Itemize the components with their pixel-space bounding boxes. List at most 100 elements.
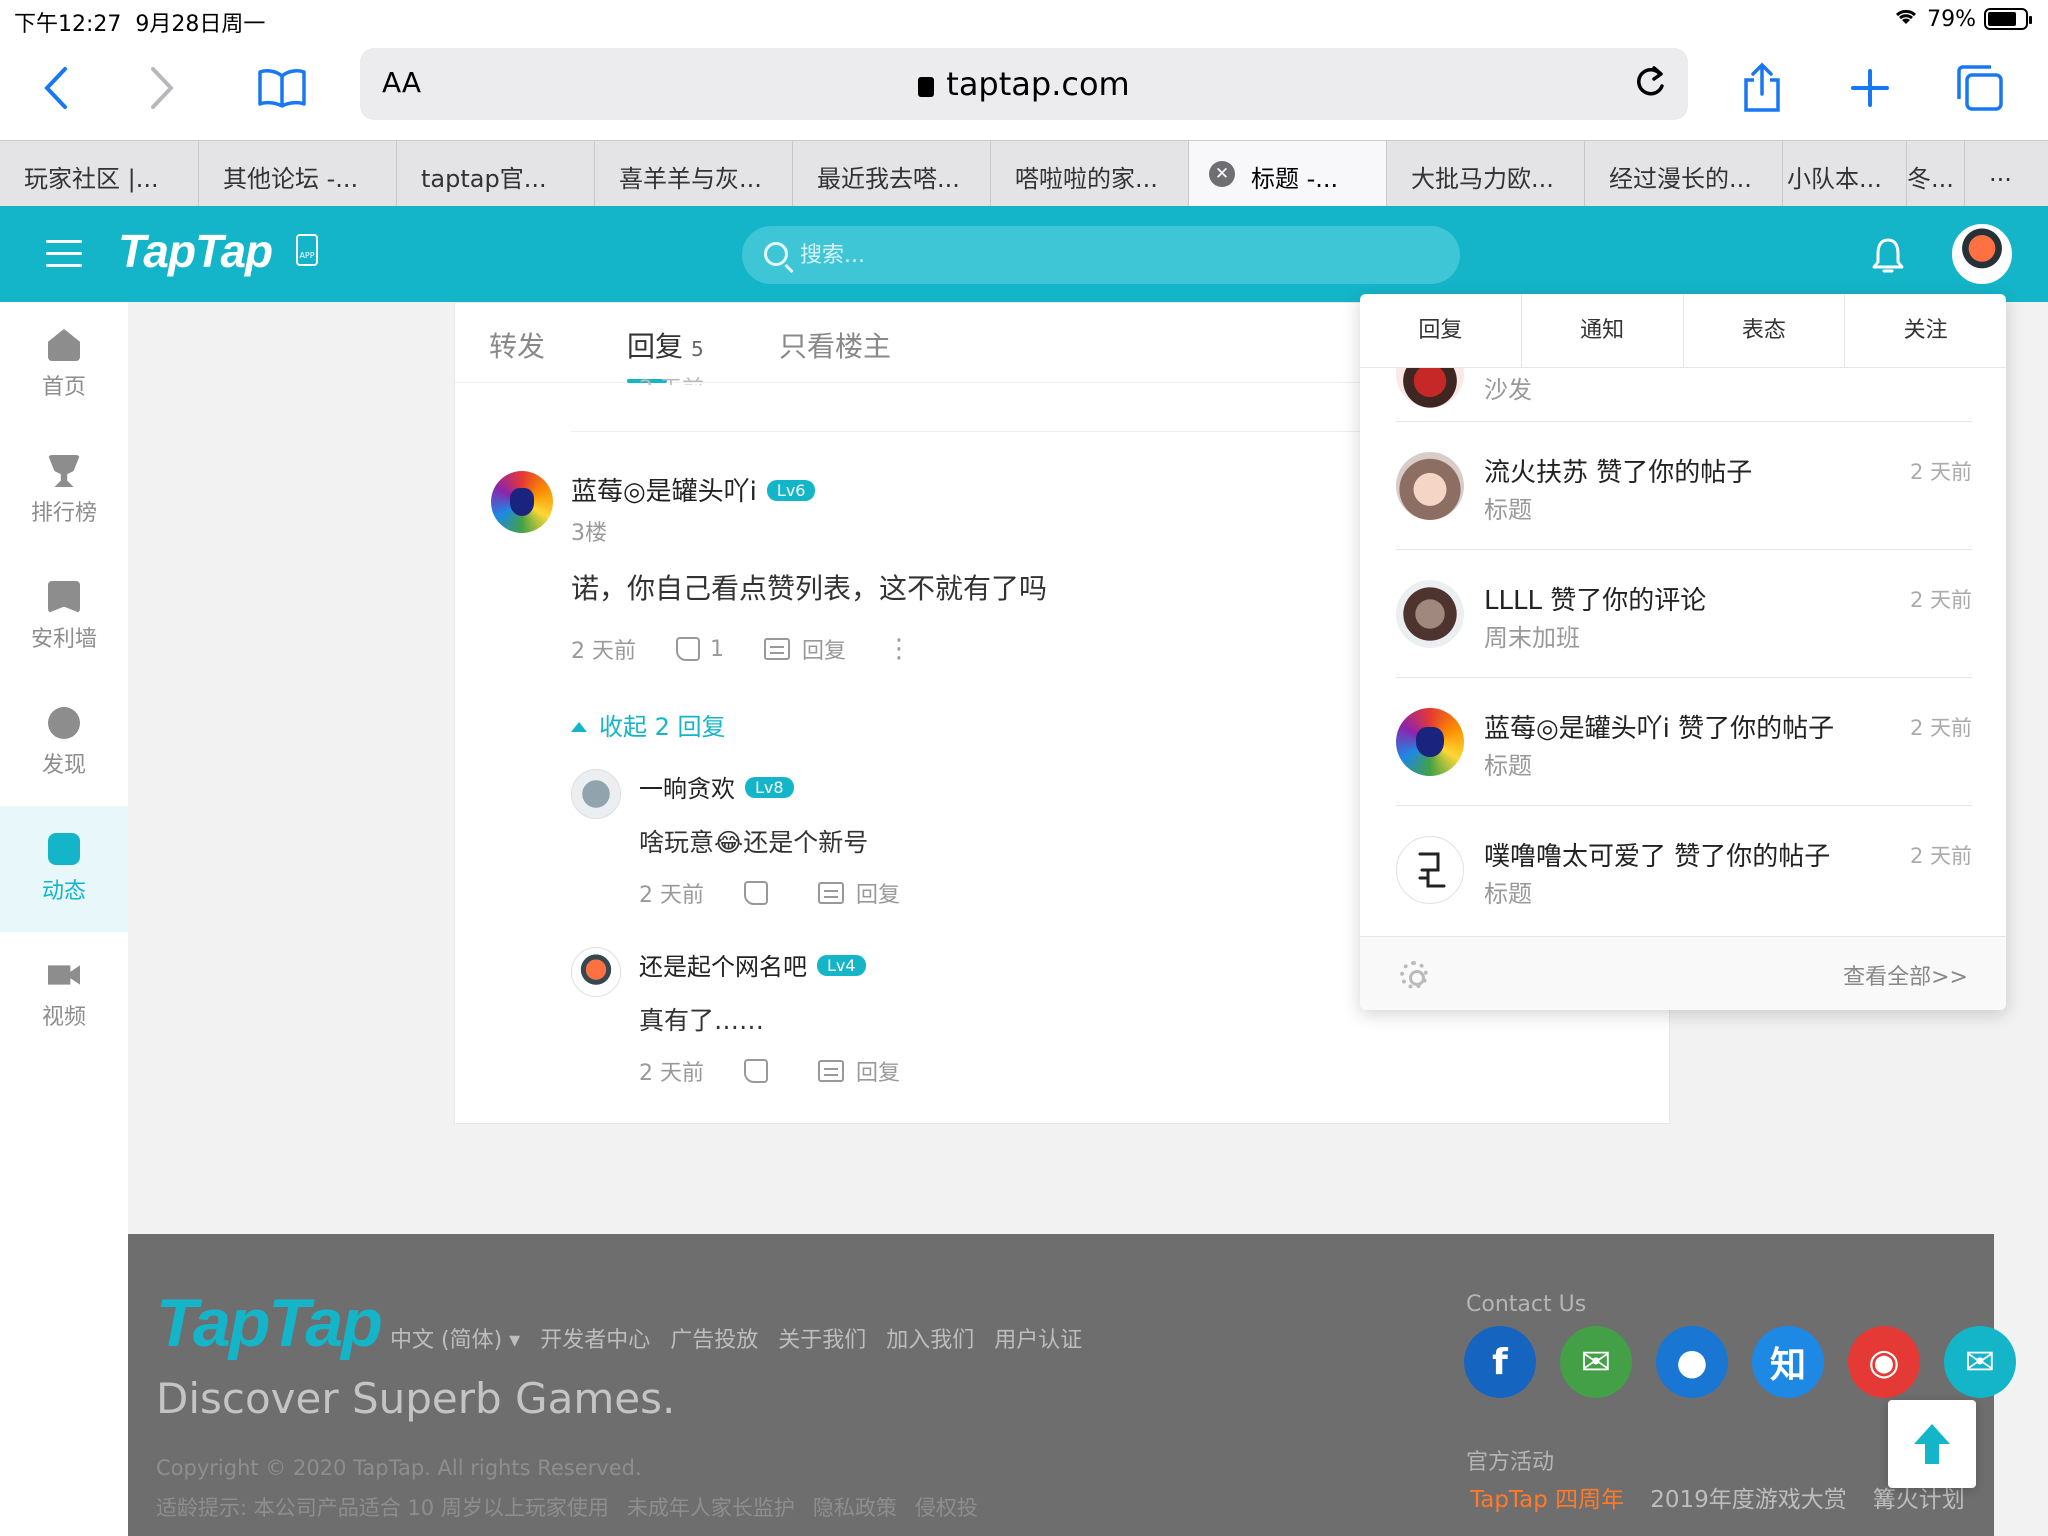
sidebar-item-feed[interactable]: 动态 [0,806,128,932]
footer-link[interactable]: 未成年人家长监护 [627,1492,795,1522]
notification-time: 2 天前 [1909,716,1972,740]
reply-button[interactable]: 回复 [818,1055,900,1087]
share-button[interactable] [1732,58,1792,118]
event-link[interactable]: 2019年度游戏大赏 [1650,1480,1847,1514]
wifi-icon [1893,6,1919,32]
level-badge: Lv6 [766,480,816,501]
address-bar[interactable]: AA taptap.com [360,48,1688,120]
search-bar[interactable] [742,226,1460,284]
reply-avatar[interactable] [571,947,621,997]
collapse-replies-button[interactable]: 收起 2 回复 [571,707,726,742]
trophy-icon [48,455,80,487]
new-tab-button[interactable] [1840,58,1900,118]
browser-tab[interactable]: 小队本... [1783,141,1907,207]
notification-list: 沙发 流火扶苏 赞了你的帖子 标题 2 天前 LLLL 赞了你的评论 周末加班 … [1396,368,1972,934]
weibo-icon[interactable]: ◉ [1848,1326,1920,1398]
footer-link[interactable]: 关于我们 [778,1322,866,1354]
footer-link[interactable]: 侵权投 [915,1492,978,1522]
qq-icon[interactable]: ● [1656,1326,1728,1398]
footer-link[interactable]: 广告投放 [670,1322,758,1354]
footer-link[interactable]: 加入我们 [886,1322,974,1354]
notification-item[interactable]: LLLL 赞了你的评论 周末加班 2 天前 [1396,550,1972,678]
browser-tab[interactable]: 其他论坛 -... [199,141,397,207]
like-button[interactable] [744,1059,778,1083]
notification-item[interactable]: 蓝莓◎是罐头吖i 赞了你的帖子 标题 2 天前 [1396,678,1972,806]
language-selector[interactable]: 中文 (简体) ▾ [390,1322,520,1354]
footer-link[interactable]: 开发者中心 [540,1322,650,1354]
notification-title: 噗噜噜太可爱了 赞了你的帖子 [1484,842,1831,872]
user-avatar[interactable] [1952,224,2012,284]
footer-link[interactable]: 用户认证 [994,1322,1082,1354]
reply-button[interactable]: 回复 [818,877,900,909]
bookmarks-button[interactable] [252,58,312,118]
reload-button[interactable] [1630,62,1670,102]
browser-tab-active[interactable]: ✕ 标题 -... [1189,141,1387,207]
reply-button[interactable]: 回复 [764,633,846,665]
browser-tab[interactable]: 嗒啦啦的家... [991,141,1189,207]
tab-replies[interactable]: 回复 [1360,294,1522,367]
tab-reposts[interactable]: 转发 [489,325,545,365]
taptap-logo[interactable]: TapTap [118,224,273,278]
menu-icon[interactable] [46,240,82,268]
wechat-icon[interactable]: ✉ [1560,1326,1632,1398]
compass-icon [48,707,80,739]
comment-icon [818,1060,844,1082]
event-link[interactable]: TapTap 四周年 [1470,1480,1624,1514]
plus-icon [1851,69,1889,107]
reply-author[interactable]: 一晌贪欢 Lv8 [639,769,794,804]
notification-time: 2 天前 [1909,844,1972,868]
download-app-icon[interactable]: APP [296,234,318,266]
notification-item[interactable]: 噗噜噜太可爱了 赞了你的帖子 标题 2 天前 [1396,806,1972,934]
sidebar-item-discover[interactable]: 发现 [0,680,128,806]
sidebar-item-ranking[interactable]: 排行榜 [0,428,128,554]
like-button[interactable] [744,881,778,905]
tab-reactions[interactable]: 表态 [1684,294,1846,367]
view-all-link[interactable]: 查看全部>> [1843,959,1968,991]
comment-actions: 2 天前 1 回复 ⋮ [571,633,912,665]
browser-tab[interactable]: 冬... [1907,141,1965,207]
browser-tab[interactable]: 最近我去嗒... [793,141,991,207]
footer-link[interactable]: 隐私政策 [813,1492,897,1522]
chat-bubble-icon [48,833,80,865]
back-to-top-button[interactable] [1888,1400,1976,1488]
site-footer: TapTap 中文 (简体) ▾ 开发者中心 广告投放 关于我们 加入我们 用户… [128,1234,2016,1536]
email-icon[interactable]: ✉ [1944,1326,2016,1398]
forward-button[interactable] [132,58,192,118]
browser-tab[interactable]: 喜羊羊与灰... [595,141,793,207]
url-display[interactable]: taptap.com [360,65,1688,103]
sidebar-item-home[interactable]: 首页 [0,302,128,428]
bookmark-star-icon [48,581,80,613]
back-button[interactable] [26,58,86,118]
notification-bell-icon[interactable] [1870,236,1906,276]
share-icon [1744,62,1780,112]
gear-icon[interactable] [1400,961,1428,989]
notification-footer: 查看全部>> [1360,936,2006,1010]
reply-avatar[interactable] [571,769,621,819]
tab-follows[interactable]: 关注 [1845,294,2006,367]
footer-logo[interactable]: TapTap [156,1284,383,1362]
tab-notices[interactable]: 通知 [1522,294,1684,367]
sidebar-item-recommend-wall[interactable]: 安利墙 [0,554,128,680]
notification-item[interactable]: 流火扶苏 赞了你的帖子 标题 2 天前 [1396,422,1972,550]
like-button[interactable]: 1 [676,637,724,662]
close-tab-icon[interactable]: ✕ [1209,161,1235,187]
browser-tab[interactable]: 大批马力欧... [1387,141,1585,207]
tabs-overview-button[interactable] [1950,58,2010,118]
more-options-icon[interactable]: ⋮ [886,636,912,662]
tab-replies[interactable]: 回复 5 [627,325,704,383]
comment-author[interactable]: 蓝莓◎是罐头吖i Lv6 [571,471,816,508]
notification-avatar [1396,452,1464,520]
sidebar-item-video[interactable]: 视频 [0,932,128,1058]
browser-tab[interactable]: 经过漫长的... [1585,141,1783,207]
notification-item[interactable]: 沙发 [1396,368,1972,422]
reply-author[interactable]: 还是起个网名吧 Lv4 [639,947,866,982]
more-tabs[interactable]: ... [1965,141,2048,207]
search-input[interactable] [800,236,1400,274]
tab-author-only[interactable]: 只看楼主 [779,325,891,365]
browser-tab[interactable]: taptap官... [397,141,595,207]
footer-tagline: Discover Superb Games. [156,1374,676,1423]
commenter-avatar[interactable] [491,471,553,533]
browser-tab[interactable]: 玩家社区 |... [0,141,199,207]
zhihu-icon[interactable]: 知 [1752,1326,1824,1398]
facebook-icon[interactable]: f [1464,1326,1536,1398]
